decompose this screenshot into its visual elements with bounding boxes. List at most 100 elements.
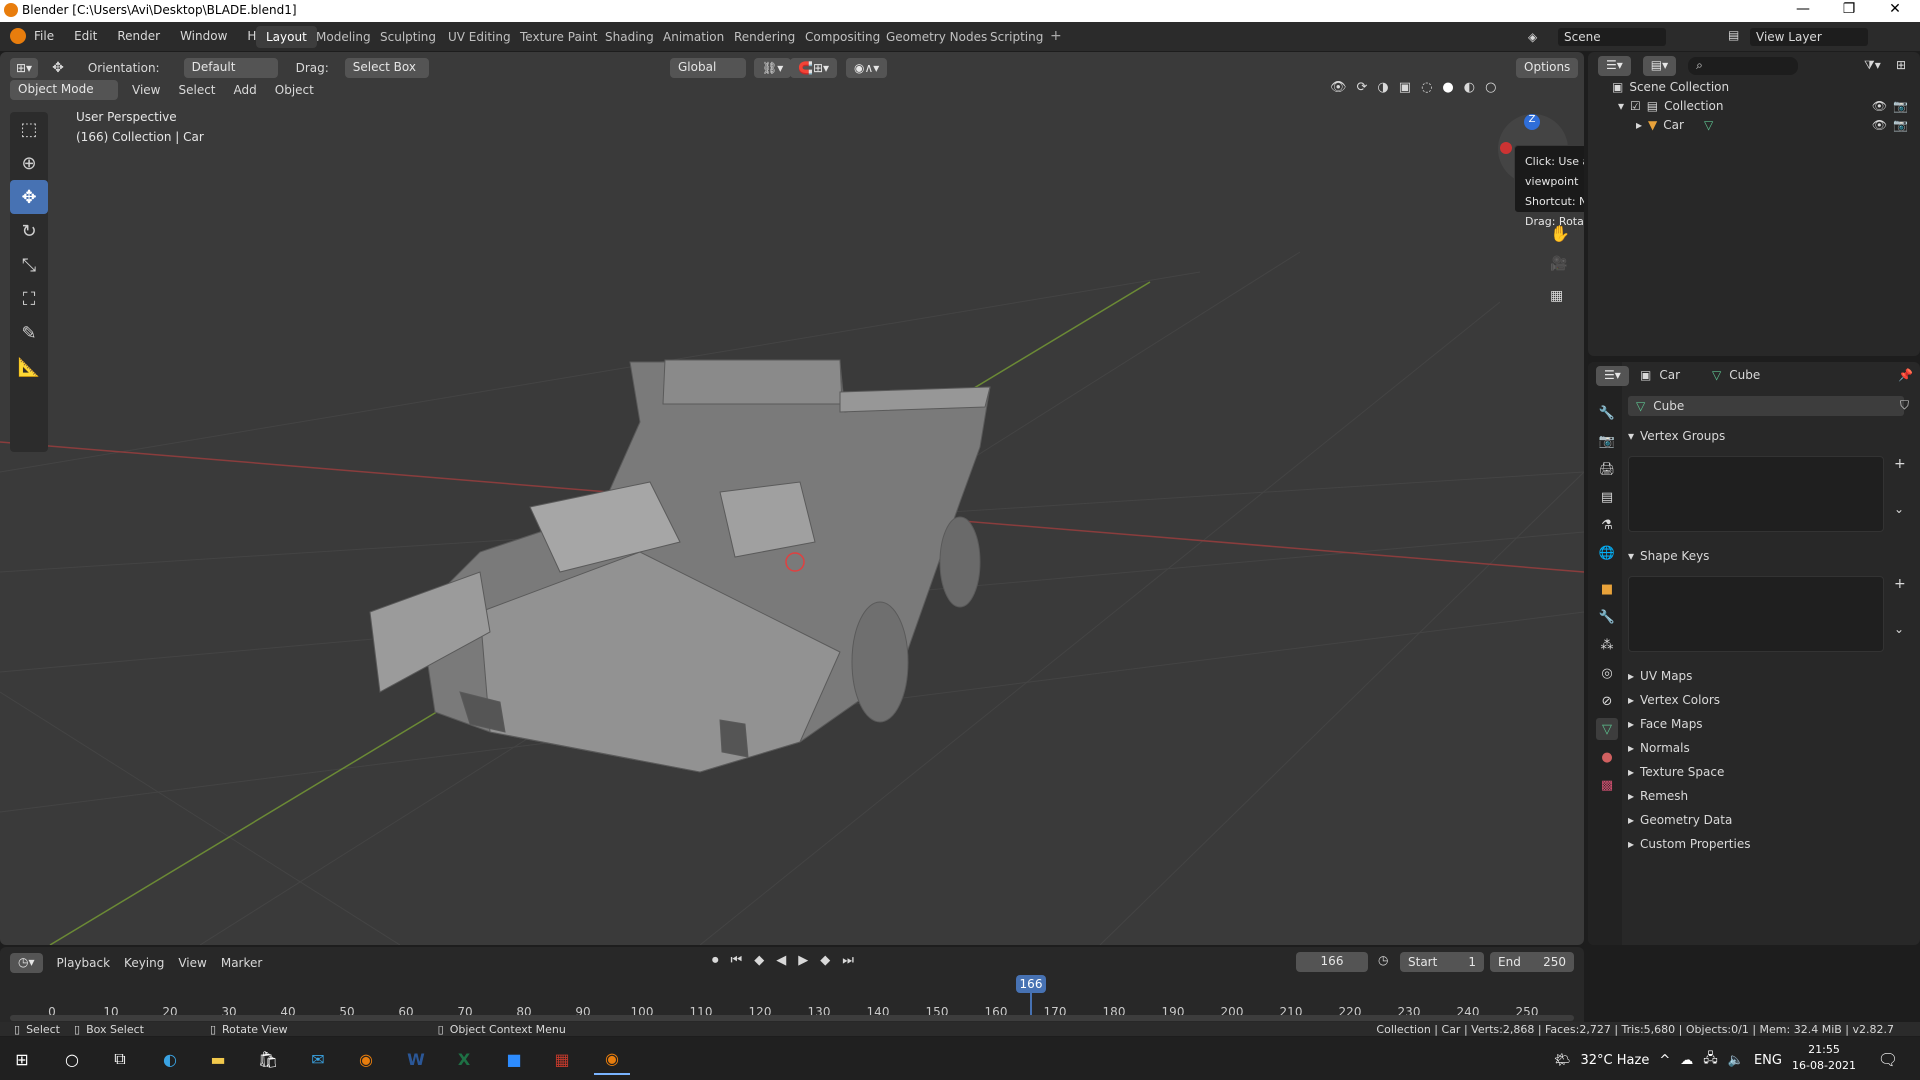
- tab-texture-paint[interactable]: Texture Paint: [510, 26, 607, 48]
- network-icon[interactable]: 🖧: [1703, 1049, 1718, 1071]
- face-maps-panel[interactable]: ▸ Face Maps: [1628, 712, 1703, 736]
- filter-icon[interactable]: ⧩▾: [1864, 58, 1881, 73]
- edge-browser-icon[interactable]: ◐: [152, 1043, 188, 1075]
- jump-start-icon[interactable]: ⏮: [731, 953, 743, 968]
- task-view-icon[interactable]: ⧉: [102, 1043, 138, 1075]
- tab-sculpting[interactable]: Sculpting: [370, 26, 446, 48]
- tab-animation[interactable]: Animation: [653, 26, 734, 48]
- vertex-groups-list[interactable]: [1628, 456, 1884, 532]
- modifier-tab-icon[interactable]: 🔧: [1596, 606, 1618, 628]
- pan-view-icon[interactable]: ✋: [1550, 224, 1570, 243]
- scene-icon[interactable]: ◈: [1528, 30, 1537, 44]
- proportional-edit-icon[interactable]: ◉∧▾: [846, 58, 888, 78]
- scene-tab-icon[interactable]: ⚗: [1596, 514, 1618, 536]
- view-layer-tab-icon[interactable]: ▤: [1596, 486, 1618, 508]
- texture-tab-icon[interactable]: ▩: [1596, 774, 1618, 796]
- xray-icon[interactable]: ▣: [1399, 80, 1411, 95]
- outliner-search-input[interactable]: ⌕: [1688, 57, 1799, 75]
- notifications-icon[interactable]: 🗨: [1870, 1043, 1906, 1075]
- blender-active-icon[interactable]: ◉: [594, 1043, 630, 1075]
- keying-menu[interactable]: Keying: [124, 956, 164, 970]
- outliner-editor-icon[interactable]: ☰▾: [1598, 56, 1631, 76]
- shape-keys-list[interactable]: [1628, 576, 1884, 652]
- orientation-dropdown[interactable]: Default: [183, 58, 278, 78]
- store-icon[interactable]: 🛍: [250, 1043, 286, 1075]
- expand-arrow-icon[interactable]: ▸: [1636, 118, 1642, 132]
- timeline-editor-icon[interactable]: ◷▾: [10, 953, 43, 973]
- custom-properties-panel[interactable]: ▸ Custom Properties: [1628, 832, 1750, 856]
- search-icon[interactable]: ○: [54, 1043, 90, 1075]
- constraints-tab-icon[interactable]: ⊘: [1596, 690, 1618, 712]
- menu-add[interactable]: Add: [234, 83, 257, 97]
- maximize-button[interactable]: ❐: [1826, 1, 1872, 17]
- next-keyframe-icon[interactable]: ◆: [820, 953, 830, 968]
- pivot-point-icon[interactable]: ⛓▾: [754, 58, 792, 78]
- remesh-panel[interactable]: ▸ Remesh: [1628, 784, 1688, 808]
- render-camera-icon[interactable]: 📷: [1893, 99, 1908, 113]
- 3d-viewport[interactable]: ⊞▾ ✥ Orientation: Default Drag: Select B…: [0, 52, 1584, 945]
- timeline-ruler[interactable]: 0 10 20 30 40 50 60 70 80 90 100 110 120…: [0, 975, 1584, 1029]
- render-tab-icon[interactable]: 📷: [1596, 430, 1618, 452]
- play-icon[interactable]: ▶: [798, 953, 808, 968]
- expand-arrow-icon[interactable]: ▾: [1618, 99, 1624, 113]
- shading-wireframe-icon[interactable]: ◌: [1421, 80, 1432, 95]
- menu-object[interactable]: Object: [275, 83, 314, 97]
- playhead-frame-label[interactable]: 166: [1016, 975, 1046, 993]
- add-workspace-icon[interactable]: +: [1050, 28, 1062, 44]
- volume-icon[interactable]: 🔈: [1728, 1053, 1744, 1068]
- new-collection-icon[interactable]: ⊞: [1896, 58, 1906, 72]
- material-tab-icon[interactable]: ●: [1596, 746, 1618, 768]
- windows-start-icon[interactable]: ⊞: [4, 1043, 40, 1075]
- collection-label[interactable]: Collection: [1664, 99, 1723, 113]
- shading-rendered-icon[interactable]: ○: [1485, 80, 1496, 95]
- z-axis-icon[interactable]: Z: [1524, 114, 1540, 130]
- menu-window[interactable]: Window: [180, 29, 227, 43]
- geometry-data-panel[interactable]: ▸ Geometry Data: [1628, 808, 1732, 832]
- clock[interactable]: 21:55 16-08-2021: [1792, 1042, 1856, 1074]
- physics-tab-icon[interactable]: ◎: [1596, 662, 1618, 684]
- ortho-toggle-icon[interactable]: ▦: [1550, 288, 1563, 304]
- pin-icon[interactable]: 📌: [1898, 368, 1913, 382]
- marker-menu[interactable]: Marker: [221, 956, 262, 970]
- mesh-name-value[interactable]: Cube: [1653, 399, 1684, 413]
- end-frame-field[interactable]: End 250: [1490, 952, 1574, 972]
- clock-icon[interactable]: ◷: [1378, 953, 1388, 967]
- editor-type-icon[interactable]: ⊞▾: [10, 58, 39, 78]
- excel-icon[interactable]: X: [446, 1043, 482, 1075]
- particles-tab-icon[interactable]: ⁂: [1596, 634, 1618, 656]
- options-dropdown[interactable]: Options: [1516, 58, 1579, 78]
- menu-edit[interactable]: Edit: [74, 29, 97, 43]
- texture-space-panel[interactable]: ▸ Texture Space: [1628, 760, 1724, 784]
- checkbox-icon[interactable]: ☑: [1630, 99, 1641, 113]
- add-shape-key-icon[interactable]: +: [1894, 576, 1906, 592]
- add-vertex-group-icon[interactable]: +: [1894, 456, 1906, 472]
- shading-material-icon[interactable]: ◐: [1464, 80, 1475, 95]
- vertex-group-menu-icon[interactable]: ⌄: [1894, 502, 1904, 516]
- jump-end-icon[interactable]: ⏭: [842, 953, 854, 968]
- scale-tool-icon[interactable]: ⤡: [10, 248, 48, 282]
- render-camera-icon[interactable]: 📷: [1893, 118, 1908, 132]
- view-layer-selector[interactable]: View Layer: [1750, 28, 1868, 46]
- shape-key-menu-icon[interactable]: ⌄: [1894, 622, 1904, 636]
- transform-tool-icon[interactable]: ⛶: [10, 282, 48, 316]
- shading-solid-icon[interactable]: ●: [1442, 80, 1453, 95]
- weather-text[interactable]: 32°C Haze: [1581, 1053, 1650, 1068]
- properties-editor-icon[interactable]: ☰▾: [1596, 366, 1629, 386]
- winrar-icon[interactable]: ▦: [544, 1043, 580, 1075]
- normals-panel[interactable]: ▸ Normals: [1628, 736, 1690, 760]
- mail-icon[interactable]: ✉: [300, 1043, 336, 1075]
- tab-uv-editing[interactable]: UV Editing: [438, 26, 521, 48]
- vertex-colors-panel[interactable]: ▸ Vertex Colors: [1628, 688, 1720, 712]
- camera-view-icon[interactable]: 🎥: [1550, 256, 1567, 272]
- shape-keys-header[interactable]: ▾ Shape Keys: [1628, 544, 1709, 568]
- annotate-tool-icon[interactable]: ✎: [10, 316, 48, 350]
- playback-menu[interactable]: Playback: [57, 956, 111, 970]
- display-mode-icon[interactable]: ▤▾: [1642, 56, 1677, 76]
- snap-icon[interactable]: 🧲⊞▾: [790, 58, 838, 78]
- output-tab-icon[interactable]: 🖨: [1596, 458, 1618, 480]
- data-tab-icon[interactable]: ▽: [1596, 718, 1618, 740]
- tool-tab-icon[interactable]: 🔧: [1596, 402, 1618, 424]
- prev-keyframe-icon[interactable]: ◆: [754, 953, 764, 968]
- tab-rendering[interactable]: Rendering: [724, 26, 805, 48]
- timeline-scrollbar[interactable]: [10, 1015, 1574, 1021]
